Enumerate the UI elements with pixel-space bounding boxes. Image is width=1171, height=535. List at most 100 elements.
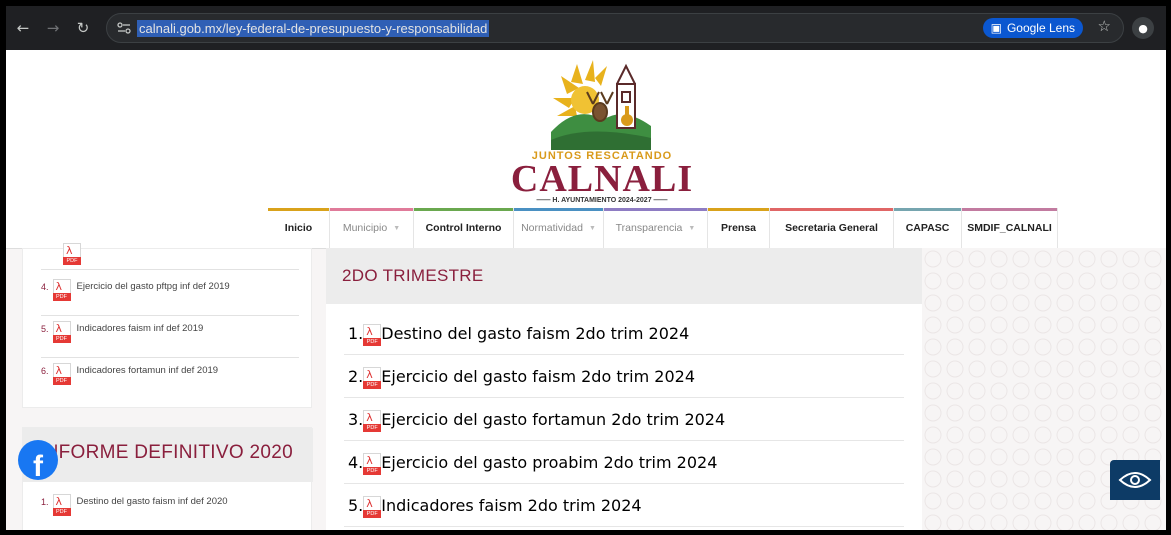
- nav-item-label: CAPASC: [905, 222, 950, 234]
- pdf-icon[interactable]: λ PDF: [363, 324, 382, 346]
- informe-title: INFORME DEFINITIVO 2020: [39, 442, 293, 463]
- site-header: JUNTOS RESCATANDO CALNALI —— H. AYUNTAMI…: [6, 50, 1166, 248]
- list-item-number: 1.: [41, 497, 49, 507]
- pdf-icon[interactable]: λ PDF: [363, 453, 382, 475]
- divider: [344, 526, 904, 527]
- divider: [344, 354, 904, 355]
- pdf-icon[interactable]: λ PDF: [63, 243, 81, 265]
- address-bar[interactable]: calnali.gob.mx/ley-federal-de-presupuest…: [106, 13, 1124, 43]
- informe-2019-list: λ PDF 4. λ PDF Ejercicio del gasto pftpg inf…: [22, 243, 312, 408]
- forward-icon[interactable]: →: [40, 15, 66, 41]
- nav-item-control-interno[interactable]: Control Interno: [414, 208, 514, 248]
- document-list-item[interactable]: 2. λ PDF Ejercicio del gasto faism 2do trim…: [348, 367, 695, 389]
- pdf-icon[interactable]: λ PDF: [52, 494, 71, 516]
- document-list-item[interactable]: 1. λ PDF Destino del gasto faism 2do trim 2…: [348, 324, 689, 346]
- nav-accent-bar: [268, 208, 329, 211]
- document-list-item[interactable]: 4. λ PDF Ejercicio del gasto pftpg inf def …: [41, 279, 230, 301]
- chevron-down-icon: ▼: [588, 224, 596, 232]
- nav-item-inicio[interactable]: Inicio: [268, 208, 330, 248]
- document-link[interactable]: Indicadores fortamun inf def 2019: [77, 365, 219, 376]
- chevron-down-icon: ▼: [393, 224, 401, 232]
- document-list-item[interactable]: 1. λ PDF Destino del gasto faism inf def 20…: [41, 494, 228, 516]
- divider: [41, 357, 299, 358]
- informe-title-bar: INFORME DEFINITIVO 2020: [23, 428, 313, 482]
- google-lens-button[interactable]: ▣ Google Lens: [982, 18, 1083, 38]
- facebook-icon[interactable]: f: [18, 440, 58, 480]
- divider: [344, 397, 904, 398]
- nav-item-label: Control Interno: [425, 222, 502, 234]
- informe-2020-panel: INFORME DEFINITIVO 2020 1. λ PDF Destino de…: [22, 427, 313, 530]
- url-text[interactable]: calnali.gob.mx/ley-federal-de-presupuest…: [137, 19, 490, 37]
- pdf-icon[interactable]: λ PDF: [363, 367, 382, 389]
- document-link[interactable]: Ejercicio del gasto pftpg inf def 2019: [77, 281, 230, 292]
- list-item-number: 1.: [348, 324, 364, 343]
- nav-accent-bar: [414, 208, 513, 211]
- nav-item-municipio[interactable]: Municipio ▼: [330, 208, 414, 248]
- document-link[interactable]: Ejercicio del gasto proabim 2do trim 202…: [381, 453, 717, 472]
- nav-item-label: Transparencia: [615, 222, 683, 234]
- profile-icon[interactable]: ●: [1132, 17, 1154, 39]
- trimestre-title-bar: 2DO TRIMESTRE: [326, 248, 922, 304]
- document-list-item[interactable]: 6. λ PDF Indicadores fortamun inf def 2019: [41, 363, 218, 385]
- nav-item-label: Normatividad: [521, 222, 583, 234]
- list-item-number: 5.: [41, 324, 49, 334]
- logo-emblem: [551, 60, 651, 150]
- nav-item-label: Municipio: [342, 222, 388, 234]
- document-link[interactable]: Destino del gasto faism 2do trim 2024: [381, 324, 689, 343]
- nav-item-normatividad[interactable]: Normatividad ▼: [514, 208, 604, 248]
- nav-accent-bar: [770, 208, 893, 211]
- reload-icon[interactable]: ↻: [70, 15, 96, 41]
- document-list-item[interactable]: 5. λ PDF Indicadores faism inf def 2019: [41, 321, 203, 343]
- pdf-icon[interactable]: λ PDF: [363, 496, 382, 518]
- divider: [41, 315, 299, 316]
- divider: [344, 440, 904, 441]
- nav-accent-bar: [514, 208, 603, 211]
- document-list-item[interactable]: 4. λ PDF Ejercicio del gasto proabim 2do tr…: [348, 453, 717, 475]
- list-item-number: 2.: [348, 367, 364, 386]
- nav-item-secretaria-general[interactable]: Secretaria General: [770, 208, 894, 248]
- divider: [41, 269, 299, 270]
- nav-accent-bar: [604, 208, 707, 211]
- nav-item-smdif-calnali[interactable]: SMDIF_CALNALI: [962, 208, 1058, 248]
- document-list-item[interactable]: 3. λ PDF Ejercicio del gasto fortamun 2do t…: [348, 410, 725, 432]
- nav-item-label: Secretaria General: [785, 222, 878, 234]
- web-page: JUNTOS RESCATANDO CALNALI —— H. AYUNTAMI…: [6, 50, 1166, 530]
- logo-name: CALNALI: [510, 158, 694, 200]
- chevron-down-icon: ▼: [688, 224, 696, 232]
- nav-accent-bar: [894, 208, 961, 211]
- eye-icon: [1118, 472, 1152, 488]
- star-icon[interactable]: ☆: [1098, 17, 1111, 35]
- nav-item-transparencia[interactable]: Transparencia ▼: [604, 208, 708, 248]
- google-lens-icon: ▣: [990, 21, 1002, 35]
- list-item-number: 5.: [348, 496, 364, 515]
- document-link[interactable]: Ejercicio del gasto faism 2do trim 2024: [381, 367, 695, 386]
- accessibility-button[interactable]: [1110, 460, 1160, 500]
- back-icon[interactable]: ←: [10, 15, 36, 41]
- main-nav: Inicio Municipio ▼ Control Interno Normativi…: [268, 208, 1058, 248]
- nav-accent-bar: [330, 208, 413, 211]
- nav-accent-bar: [708, 208, 769, 211]
- nav-item-capasc[interactable]: CAPASC: [894, 208, 962, 248]
- document-link[interactable]: Indicadores faism 2do trim 2024: [381, 496, 641, 515]
- calnali-logo[interactable]: JUNTOS RESCATANDO CALNALI —— H. AYUNTAMI…: [510, 54, 694, 204]
- list-item-number: 4.: [348, 453, 364, 472]
- site-info-icon[interactable]: [113, 17, 135, 39]
- document-link[interactable]: Destino del gasto faism inf def 2020: [77, 496, 228, 507]
- document-list-item[interactable]: 5. λ PDF Indicadores faism 2do trim 2024: [348, 496, 642, 518]
- trimestre-title: 2DO TRIMESTRE: [342, 266, 484, 285]
- pdf-icon[interactable]: λ PDF: [52, 279, 71, 301]
- trimestre-panel: 2DO TRIMESTRE 1. λ PDF Destino del gasto fa…: [326, 248, 922, 530]
- pdf-icon[interactable]: λ PDF: [52, 321, 71, 343]
- nav-item-label: SMDIF_CALNALI: [967, 222, 1052, 234]
- nav-item-prensa[interactable]: Prensa: [708, 208, 770, 248]
- divider: [344, 483, 904, 484]
- pdf-icon[interactable]: λ PDF: [52, 363, 71, 385]
- logo-subtitle: —— H. AYUNTAMIENTO 2024-2027 ——: [536, 197, 668, 204]
- google-lens-label: Google Lens: [1006, 21, 1075, 35]
- document-link[interactable]: Ejercicio del gasto fortamun 2do trim 20…: [381, 410, 725, 429]
- list-item-number: 4.: [41, 282, 49, 292]
- pdf-icon[interactable]: λ PDF: [363, 410, 382, 432]
- document-link[interactable]: Indicadores faism inf def 2019: [77, 323, 204, 334]
- browser-window: ← → ↻ calnali.gob.mx/ley-federal-de-pres…: [6, 6, 1166, 530]
- list-item-number: 6.: [41, 366, 49, 376]
